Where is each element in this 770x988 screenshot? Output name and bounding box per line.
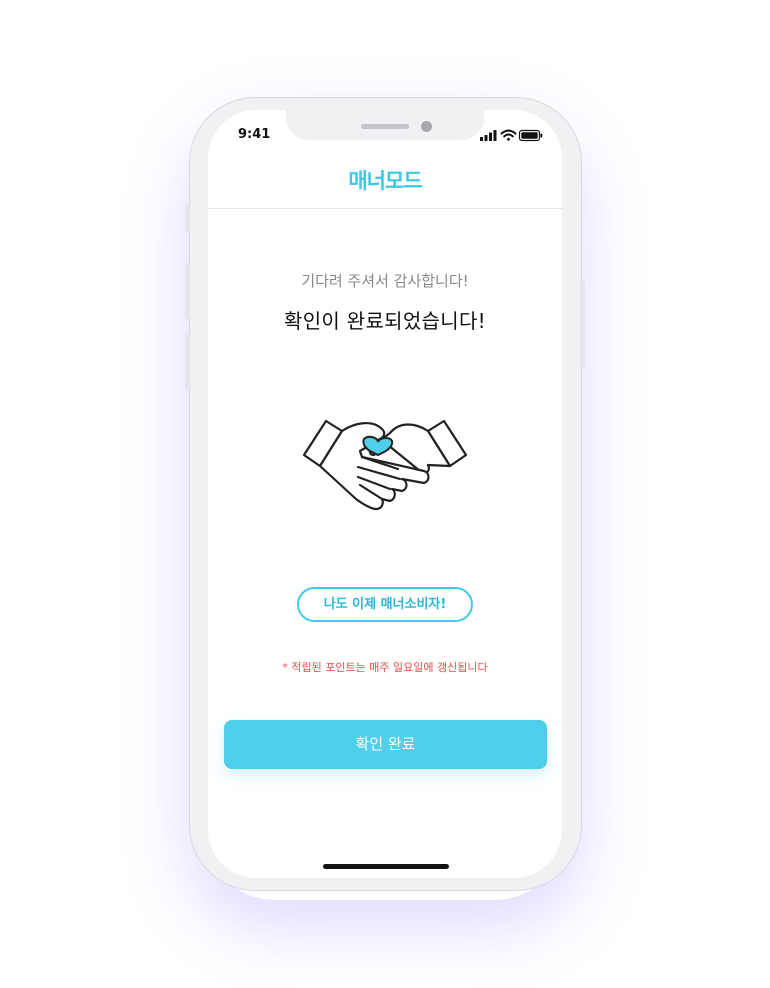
thanks-subtitle: 기다려 주셔서 감사합니다! (301, 272, 469, 290)
app-screen: 9:41 매너모드 기다려 주셔서 감사합니다! 확인이 완료되었습니다! 나도… (208, 110, 562, 878)
status-icons (480, 127, 544, 142)
status-time: 9:41 (238, 127, 271, 142)
phone-side-button (185, 206, 190, 232)
front-camera (421, 121, 432, 132)
manner-consumer-badge[interactable]: 나도 이제 매너소비자! (297, 587, 473, 622)
app-logo: 매너모드 (348, 169, 422, 193)
heart-accent (362, 435, 394, 457)
wifi-icon (500, 129, 517, 141)
phone-volume-down-button (185, 334, 190, 390)
app-header: 매너모드 (208, 152, 562, 209)
confirmation-title: 확인이 완료되었습니다! (284, 309, 486, 333)
speaker-grill (361, 124, 409, 129)
phone-volume-up-button (185, 263, 190, 319)
handshake-icon (300, 415, 470, 529)
points-notice: * 적립된 포인트는 매주 일요일에 갱신됩니다 (282, 661, 488, 674)
signal-bars-icon (480, 130, 497, 141)
phone-power-button (580, 282, 585, 368)
confirm-button[interactable]: 확인 완료 (224, 720, 547, 769)
phone-notch (286, 110, 484, 140)
battery-icon (518, 129, 543, 142)
home-indicator[interactable] (323, 864, 449, 869)
